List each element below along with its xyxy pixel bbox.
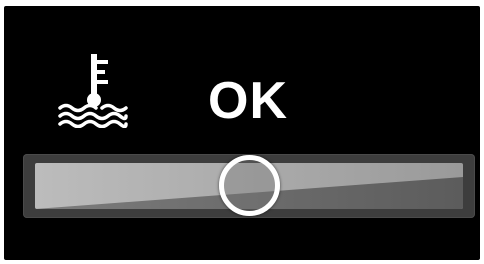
coolant-temperature-icon: [58, 54, 128, 128]
gauge-indicator-knob: [218, 155, 280, 216]
coolant-temperature-display: OK: [4, 6, 480, 260]
status-label: OK: [208, 72, 288, 130]
